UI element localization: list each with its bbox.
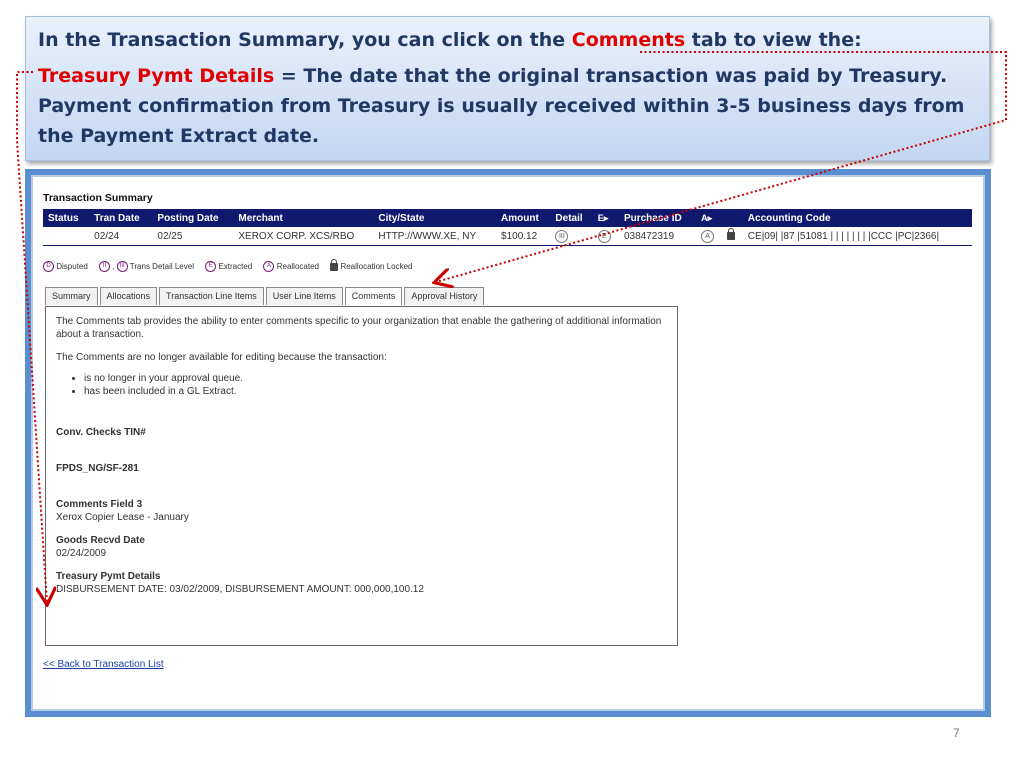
comments-intro: The Comments tab provides the ability to… [56,316,662,340]
callout-comments-highlight: Comments [571,29,686,51]
cell-status [43,227,90,246]
field-value-treasury: DISBURSEMENT DATE: 03/02/2009, DISBURSEM… [56,584,424,595]
cell-amount: $100.12 [496,227,551,246]
field-label-goods-recvd: Goods Recvd Date [56,535,145,546]
extracted-icon: E [597,229,611,243]
reallocated-icon[interactable]: A [701,229,715,243]
col-reallocated: A▸ [696,209,723,227]
cell-city-state: HTTP://WWW.XE, NY [373,227,497,246]
tab-approval-history[interactable]: Approval History [404,287,485,305]
detail-level-icon[interactable]: III [555,229,569,243]
back-to-list-link[interactable]: << Back to Transaction List [43,659,164,670]
disputed-icon: D [43,261,54,272]
lock-icon [727,227,736,240]
col-status: Status [43,209,90,227]
lock-legend-icon [330,258,339,271]
cell-tran-date: 02/24 [89,227,153,246]
legend-reallocated-label: Reallocated [276,261,319,271]
list-item: has been included in a GL Extract. [84,385,667,398]
col-accounting-code: Accounting Code [742,209,972,227]
cell-merchant: XEROX CORP. XCS/RBO [233,227,374,246]
status-legend: D Disputed II , III Trans Detail Level E… [43,258,421,272]
transaction-summary-title: Transaction Summary [43,192,153,204]
col-tran-date: Tran Date [89,209,153,227]
transaction-summary-window: Transaction Summary Status Tran Date Pos… [31,175,985,711]
col-amount: Amount [496,209,551,227]
callout-text: In the Transaction Summary, you can clic… [38,29,572,51]
field-value-comments-3: Xerox Copier Lease - January [56,512,189,523]
tab-allocations[interactable]: Allocations [99,287,158,305]
detail-tabs: Summary Allocations Transaction Line Ite… [45,287,485,305]
col-extracted: E▸ [592,209,619,227]
legend-extracted-label: Extracted [218,261,253,271]
callout-line-1: In the Transaction Summary, you can clic… [38,27,977,53]
comments-panel: The Comments tab provides the ability to… [45,306,678,646]
reallocated-legend-icon: A [263,261,275,272]
field-label-comments-3: Comments Field 3 [56,499,143,510]
screenshot-frame: Transaction Summary Status Tran Date Pos… [25,169,991,717]
cell-detail[interactable]: III [550,227,593,246]
cell-extracted: E [592,227,619,246]
cell-lock [722,227,743,246]
cell-posting-date: 02/25 [152,227,234,246]
cell-accounting-code: CE|09| |87 |51081 | | | | | | | |CCC |PC… [742,227,972,246]
legend-disputed: D Disputed [43,261,88,272]
reallocated-header-icon: A▸ [701,212,713,223]
table-row[interactable]: 02/24 02/25 XEROX CORP. XCS/RBO HTTP://W… [43,227,972,246]
legend-locked-label: Reallocation Locked [340,261,413,271]
table-header-row: Status Tran Date Posting Date Merchant C… [43,209,972,227]
col-city-state: City/State [373,209,497,227]
col-merchant: Merchant [233,209,374,227]
legend-trans-detail: II , III Trans Detail Level [99,261,194,272]
reasons-list: is no longer in your approval queue. has… [56,372,667,398]
cell-reallocated[interactable]: A [696,227,723,246]
tab-comments[interactable]: Comments [344,287,403,305]
legend-trans-detail-label: Trans Detail Level [129,261,194,271]
comments-not-available: The Comments are no longer available for… [56,352,387,363]
col-posting-date: Posting Date [152,209,234,227]
detail-level-3-icon: III [116,261,128,272]
tab-transaction-line-items[interactable]: Transaction Line Items [159,287,264,305]
field-label-conv-checks: Conv. Checks TIN# [56,427,146,438]
transaction-summary-table: Status Tran Date Posting Date Merchant C… [43,209,972,246]
callout-treasury-highlight: Treasury Pymt Details [38,65,275,87]
field-label-treasury: Treasury Pymt Details [56,571,161,582]
legend-reallocation-locked: Reallocation Locked [330,258,413,271]
page-number: 7 [953,726,960,740]
col-purchase-id: Purchase ID [618,209,697,227]
legend-disputed-label: Disputed [56,261,88,271]
col-lock [722,209,743,227]
legend-reallocated: A Reallocated [263,261,319,272]
extracted-header-icon: E▸ [597,212,609,223]
instruction-callout: In the Transaction Summary, you can clic… [25,16,990,161]
field-value-fpds [56,475,667,488]
tab-summary[interactable]: Summary [45,287,98,305]
field-value-goods-recvd: 02/24/2009 [56,548,107,559]
cell-purchase-id: 038472319 [618,227,697,246]
field-label-fpds: FPDS_NG/SF-281 [56,463,139,474]
tab-user-line-items[interactable]: User Line Items [265,287,343,305]
list-item: is no longer in your approval queue. [84,372,667,385]
callout-line-2: Treasury Pymt Details = The date that th… [38,61,977,151]
extracted-legend-icon: E [205,261,217,272]
legend-extracted: E Extracted [205,261,253,272]
callout-text-suffix: tab to view the: [685,29,862,51]
col-detail: Detail [550,209,593,227]
field-value-conv-checks [56,439,667,452]
detail-level-2-icon: II [99,261,111,272]
